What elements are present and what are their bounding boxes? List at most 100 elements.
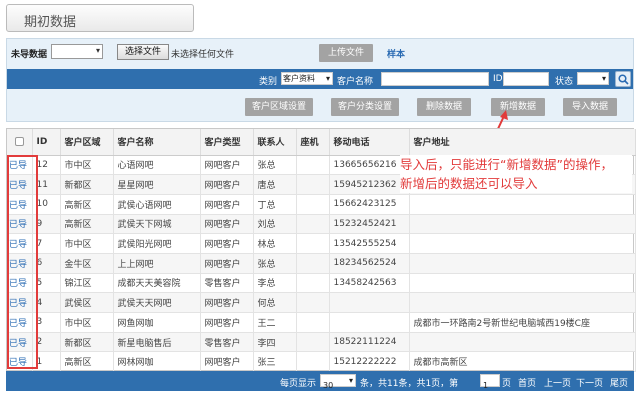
table-cell-region: 新都区 — [60, 332, 114, 353]
table-cell-address: 成都市高新区 — [409, 351, 636, 373]
table-row[interactable]: 已导 9 高新区 武侯天下网城 网吧客户 刘总 15232452421 — [7, 214, 636, 235]
table-cell-mobile — [329, 312, 410, 333]
page-suffix: 页 — [502, 379, 512, 389]
table-cell-id: 1 — [32, 351, 61, 373]
status-select[interactable] — [577, 72, 609, 85]
table-cell-id: 6 — [32, 253, 61, 274]
customer-category-settings-button[interactable]: 客户分类设置 — [331, 98, 399, 116]
table-row[interactable]: 已导 3 市中区 网鱼网咖 网吧客户 王二 成都市一环路南2号新世纪电脑城西19楼C座 — [7, 312, 636, 333]
category-select[interactable]: 客户资料 — [281, 72, 333, 85]
next-page-link[interactable]: 下一页 — [576, 376, 603, 389]
table-cell-contact: 林总 — [253, 233, 297, 254]
column-header: 移动电话 — [329, 129, 410, 156]
search-button[interactable] — [615, 71, 631, 87]
table-cell-phone — [296, 233, 330, 254]
table-cell-phone — [296, 155, 330, 176]
per-page-label: 每页显示 — [280, 379, 317, 389]
table-cell-contact: 李四 — [253, 332, 297, 353]
column-header: 座机 — [296, 129, 330, 156]
table-cell-name: 网林网咖 — [113, 351, 201, 373]
column-header: 客户区域 — [60, 129, 114, 156]
table-cell-id: 11 — [32, 174, 61, 195]
page-title: 期初数据 — [24, 15, 77, 30]
table-cell-region: 高新区 — [60, 214, 114, 235]
select-all-cell[interactable] — [7, 129, 33, 156]
customer-name-input[interactable] — [381, 72, 489, 86]
table-cell-region: 新都区 — [60, 174, 114, 195]
table-cell-name: 网鱼网咖 — [113, 312, 201, 333]
table-cell-contact: 丁总 — [253, 194, 297, 215]
table-cell-id: 12 — [32, 155, 61, 176]
table-cell-type: 零售客户 — [200, 273, 254, 294]
table-cell-type: 网吧客户 — [200, 214, 254, 235]
pagination-bar: 每页显示 30 ▾ 条，共11条，共1页，第 1 页 首页 上一页 下一页 尾页 — [6, 371, 634, 391]
upload-select[interactable] — [51, 44, 103, 59]
table-cell-phone — [296, 312, 330, 333]
table-row[interactable]: 已导 4 武侯区 武侯天天网吧 网吧客户 何总 — [7, 292, 636, 313]
table-row[interactable]: 已导 7 市中区 武侯阳光网吧 网吧客户 林总 13542555254 — [7, 233, 636, 254]
table-cell-phone — [296, 194, 330, 215]
table-cell-mobile: 13458242563 — [329, 273, 410, 294]
table-cell-name: 武侯天天网吧 — [113, 292, 201, 313]
table-cell-name: 上上网吧 — [113, 253, 201, 274]
import-status-cell: 已导 — [7, 194, 33, 215]
page-number-select[interactable]: 1 — [480, 374, 500, 390]
table-cell-name: 武侯心语网吧 — [113, 194, 201, 215]
import-status-cell: 已导 — [7, 233, 33, 254]
upload-file-button[interactable]: 上传文件 — [319, 44, 373, 62]
table-cell-contact: 刘总 — [253, 214, 297, 235]
table-cell-mobile: 15662423125 — [329, 194, 410, 215]
table-cell-address — [409, 253, 636, 274]
import-data-button[interactable]: 导入数据 — [563, 98, 617, 116]
filter-bar: 类别 客户资料 客户名称 ID 状态 — [7, 69, 633, 89]
column-header: 客户地址 — [409, 129, 636, 156]
id-input[interactable] — [503, 72, 549, 86]
delete-data-button[interactable]: 删除数据 — [417, 98, 471, 116]
table-cell-phone — [296, 253, 330, 274]
table-cell-region: 武侯区 — [60, 292, 114, 313]
import-status-cell: 已导 — [7, 292, 33, 313]
table-cell-address: 成都市一环路南2号新世纪电脑城西19楼C座 — [409, 312, 636, 333]
customer-region-settings-button[interactable]: 客户区域设置 — [245, 98, 313, 116]
table-row[interactable]: 已导 5 锦江区 成都天天美容院 零售客户 李总 13458242563 — [7, 273, 636, 294]
table-row[interactable]: 已导 2 新都区 新星电脑售后 零售客户 李四 18522111224 — [7, 332, 636, 353]
per-page-select[interactable]: 30 ▾ — [320, 374, 356, 390]
table-cell-address — [409, 273, 636, 294]
last-page-link[interactable]: 尾页 — [610, 376, 628, 389]
table-cell-contact: 张总 — [253, 253, 297, 274]
upload-label: 未导数据 — [11, 50, 48, 60]
annotation-line-2: 新增后的数据还可以导入 — [400, 176, 538, 191]
import-status-cell: 已导 — [7, 351, 33, 373]
table-cell-region: 高新区 — [60, 351, 114, 373]
prev-page-link[interactable]: 上一页 — [544, 376, 571, 389]
search-icon — [618, 74, 629, 85]
table-cell-id: 2 — [32, 332, 61, 353]
import-status-cell: 已导 — [7, 253, 33, 274]
table-cell-type: 网吧客户 — [200, 292, 254, 313]
table-row[interactable]: 已导 1 高新区 网林网咖 网吧客户 张三 15212222222 成都市高新区 — [7, 351, 636, 373]
choose-file-button[interactable]: 选择文件 — [117, 44, 169, 60]
table-cell-type: 网吧客户 — [200, 253, 254, 274]
table-cell-type: 网吧客户 — [200, 351, 254, 373]
import-status-cell: 已导 — [7, 273, 33, 294]
sample-link[interactable]: 样本 — [387, 47, 405, 60]
page-number-value: 1 — [483, 381, 489, 390]
table-cell-id: 9 — [32, 214, 61, 235]
table-cell-region: 金牛区 — [60, 253, 114, 274]
table-cell-address — [409, 214, 636, 235]
table-cell-region: 市中区 — [60, 233, 114, 254]
table-row[interactable]: 已导 10 高新区 武侯心语网吧 网吧客户 丁总 15662423125 — [7, 194, 636, 215]
table-header-row: ID 客户区域 客户名称 客户类型 联系人 座机 移动电话 客户地址 — [7, 129, 636, 156]
column-header: ID — [32, 129, 61, 156]
status-label: 状态 — [555, 77, 574, 87]
first-page-link[interactable]: 首页 — [518, 376, 536, 389]
category-select-value: 客户资料 — [283, 74, 315, 83]
table-cell-type: 网吧客户 — [200, 233, 254, 254]
table-cell-type: 网吧客户 — [200, 174, 254, 195]
table-cell-address — [409, 194, 636, 215]
select-all-checkbox[interactable] — [14, 136, 24, 146]
table-cell-contact: 张总 — [253, 155, 297, 176]
table-row[interactable]: 已导 6 金牛区 上上网吧 网吧客户 张总 18234562524 — [7, 253, 636, 274]
table-cell-id: 5 — [32, 273, 61, 294]
column-header: 客户类型 — [200, 129, 254, 156]
